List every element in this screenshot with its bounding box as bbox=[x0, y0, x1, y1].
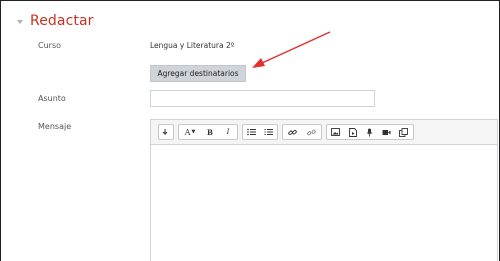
message-editor: A ▼ B I bbox=[150, 119, 498, 261]
editor-toolbar: A ▼ B I bbox=[151, 120, 497, 145]
compose-panel: Redactar Curso Lengua y Literatura 2º Ag… bbox=[0, 0, 500, 261]
toolbar-group-lists bbox=[242, 124, 278, 140]
toolbar-group-collapse bbox=[158, 124, 174, 140]
media-icon[interactable] bbox=[344, 125, 361, 139]
link-icon[interactable] bbox=[283, 125, 302, 139]
subject-label: Asunto bbox=[38, 94, 66, 103]
subject-input[interactable] bbox=[150, 90, 375, 107]
add-recipients-button[interactable]: Agregar destinatarios bbox=[150, 65, 246, 82]
caret-down-icon: ▼ bbox=[191, 129, 196, 135]
font-color-button[interactable]: A ▼ bbox=[179, 125, 201, 139]
microphone-icon[interactable] bbox=[361, 125, 378, 139]
font-color-icon: A bbox=[184, 127, 191, 137]
ordered-list-icon[interactable] bbox=[260, 125, 277, 139]
course-value: Lengua y Literatura 2º bbox=[150, 41, 235, 50]
section-title: Redactar bbox=[30, 13, 94, 29]
image-icon[interactable] bbox=[327, 125, 344, 139]
section-header[interactable]: Redactar bbox=[17, 13, 94, 29]
italic-button[interactable]: I bbox=[219, 125, 237, 139]
manage-files-icon[interactable] bbox=[395, 125, 412, 139]
message-textarea[interactable] bbox=[151, 145, 497, 261]
message-label: Mensaje bbox=[38, 122, 72, 131]
collapse-toolbar-icon[interactable] bbox=[159, 125, 173, 139]
toolbar-group-media bbox=[326, 124, 414, 140]
chevron-down-icon[interactable] bbox=[17, 19, 23, 24]
toolbar-group-links bbox=[282, 124, 322, 140]
video-camera-icon[interactable] bbox=[378, 125, 395, 139]
unordered-list-icon[interactable] bbox=[243, 125, 260, 139]
bold-button[interactable]: B bbox=[201, 125, 219, 139]
toolbar-group-style: A ▼ B I bbox=[178, 124, 238, 140]
unlink-icon[interactable] bbox=[302, 125, 321, 139]
course-label: Curso bbox=[38, 41, 62, 50]
